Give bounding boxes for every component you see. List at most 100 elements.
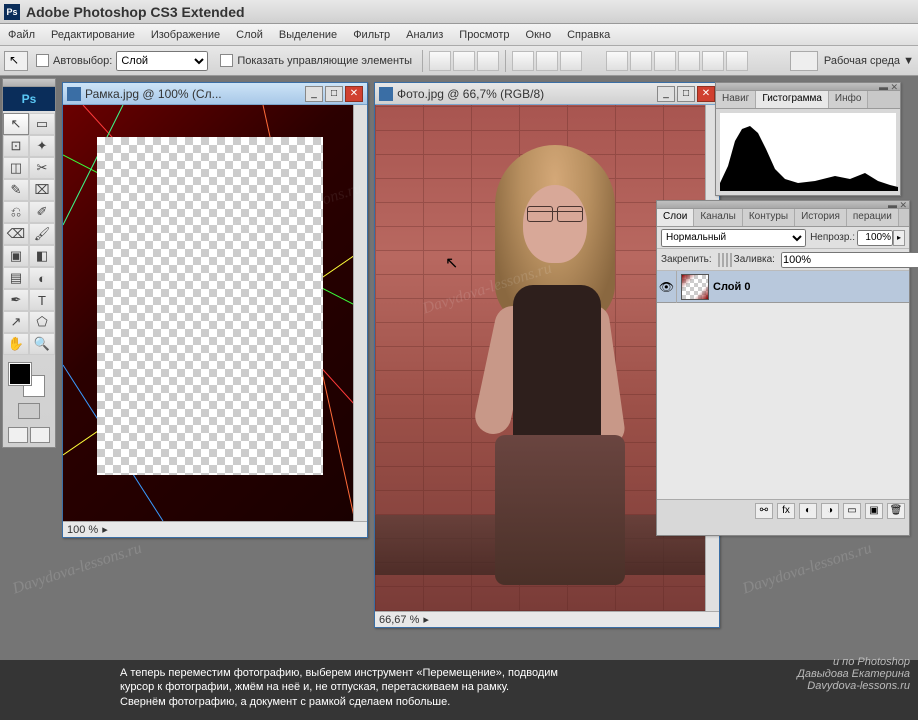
tool-button[interactable]: ▣ [3, 245, 29, 267]
autoselect-checkbox[interactable] [36, 54, 49, 67]
layer-mask-icon[interactable]: ◐ [799, 503, 817, 519]
minimize-button[interactable]: _ [657, 86, 675, 102]
tab-histogram[interactable]: Гистограмма [756, 91, 829, 108]
tool-button[interactable]: ⎌ [3, 201, 29, 223]
menu-help[interactable]: Справка [559, 29, 618, 41]
tool-button[interactable]: ↗ [3, 311, 29, 333]
tab-history[interactable]: История [795, 209, 847, 226]
panel-close-icon[interactable]: ▬ ✕ [888, 200, 907, 211]
tool-button[interactable]: ⌫ [3, 223, 29, 245]
layer-row[interactable]: 👁 Слой 0 [657, 271, 909, 303]
menu-filter[interactable]: Фильтр [345, 29, 398, 41]
window-titlebar[interactable]: Рамка.jpg @ 100% (Сл... _ □ ✕ [63, 83, 367, 105]
opacity-input[interactable] [857, 230, 893, 246]
layer-thumbnail[interactable] [681, 274, 709, 300]
adjustment-layer-icon[interactable]: ◑ [821, 503, 839, 519]
panel-close-icon[interactable]: ▬ ✕ [879, 82, 898, 93]
visibility-icon[interactable]: 👁 [657, 271, 677, 303]
blend-mode-dropdown[interactable]: Нормальный [661, 229, 806, 247]
tool-button[interactable]: ✦ [29, 135, 55, 157]
zoom-level[interactable]: 66,67 % [379, 614, 419, 626]
move-tool-icon[interactable] [4, 51, 28, 71]
new-layer-icon[interactable]: ▣ [865, 503, 883, 519]
menu-layer[interactable]: Слой [228, 29, 271, 41]
distribute-icon[interactable] [702, 51, 724, 71]
doc-icon[interactable] [790, 51, 818, 71]
opacity-arrow[interactable]: ▸ [893, 230, 905, 246]
autoselect-dropdown[interactable]: Слой [116, 51, 208, 71]
tool-button[interactable]: ◧ [29, 245, 55, 267]
menu-view[interactable]: Просмотр [451, 29, 517, 41]
tool-button[interactable]: ✎ [3, 179, 29, 201]
tool-button[interactable]: ↖ [3, 113, 29, 135]
standard-mode-icon[interactable] [18, 403, 40, 419]
menu-analysis[interactable]: Анализ [398, 29, 451, 41]
tool-button[interactable]: ✒ [3, 289, 29, 311]
layer-name[interactable]: Слой 0 [713, 281, 750, 293]
menu-image[interactable]: Изображение [143, 29, 228, 41]
tab-paths[interactable]: Контуры [743, 209, 795, 226]
layers-panel: ▬ ✕ Слои Каналы Контуры История перации … [656, 200, 910, 536]
new-group-icon[interactable]: ▭ [843, 503, 861, 519]
tab-navigator[interactable]: Навиг [716, 91, 756, 108]
tab-info[interactable]: Инфо [829, 91, 869, 108]
maximize-button[interactable]: □ [325, 86, 343, 102]
align-icon[interactable] [477, 51, 499, 71]
tab-layers[interactable]: Слои [657, 209, 694, 226]
tool-button[interactable]: ⌧ [29, 179, 55, 201]
align-icon[interactable] [512, 51, 534, 71]
show-controls-checkbox[interactable] [220, 54, 233, 67]
tool-button[interactable]: ✂ [29, 157, 55, 179]
delete-layer-icon[interactable]: 🗑 [887, 503, 905, 519]
tool-button[interactable]: ◐ [29, 267, 55, 289]
tool-button[interactable]: T [29, 289, 55, 311]
lock-all-icon[interactable] [730, 253, 732, 267]
window-titlebar[interactable]: Фото.jpg @ 66,7% (RGB/8) _ □ ✕ [375, 83, 719, 105]
lock-pixels-icon[interactable] [722, 253, 724, 267]
tool-button[interactable]: 🔍 [29, 333, 55, 355]
menu-select[interactable]: Выделение [271, 29, 345, 41]
menu-edit[interactable]: Редактирование [43, 29, 143, 41]
photo-content [465, 145, 645, 585]
zoom-level[interactable]: 100 % [67, 524, 98, 536]
tool-button[interactable]: ⬠ [29, 311, 55, 333]
vertical-scrollbar[interactable] [353, 105, 367, 521]
tool-button[interactable]: ▤ [3, 267, 29, 289]
app-title: Adobe Photoshop CS3 Extended [26, 4, 245, 20]
distribute-icon[interactable] [654, 51, 676, 71]
document-canvas-area[interactable] [63, 105, 367, 521]
tool-button[interactable]: ◫ [3, 157, 29, 179]
distribute-icon[interactable] [726, 51, 748, 71]
close-button[interactable]: ✕ [345, 86, 363, 102]
align-icon[interactable] [453, 51, 475, 71]
layer-style-icon[interactable]: fx [777, 503, 795, 519]
close-button[interactable]: ✕ [697, 86, 715, 102]
tab-actions[interactable]: перации [847, 209, 899, 226]
color-swatches[interactable] [3, 359, 55, 399]
screen-mode-icon[interactable] [8, 427, 28, 443]
maximize-button[interactable]: □ [677, 86, 695, 102]
distribute-icon[interactable] [678, 51, 700, 71]
align-icon[interactable] [429, 51, 451, 71]
tool-button[interactable]: ✐ [29, 201, 55, 223]
link-layers-icon[interactable]: ⚯ [755, 503, 773, 519]
fill-input[interactable] [781, 252, 918, 268]
menu-file[interactable]: Файл [0, 29, 43, 41]
tool-button[interactable]: ✋ [3, 333, 29, 355]
screen-mode-icon[interactable] [30, 427, 50, 443]
distribute-icon[interactable] [606, 51, 628, 71]
tool-button[interactable]: ⊡ [3, 135, 29, 157]
minimize-button[interactable]: _ [305, 86, 323, 102]
histogram-display [720, 113, 896, 191]
tool-button[interactable]: ▭ [29, 113, 55, 135]
lock-transparency-icon[interactable] [718, 253, 720, 267]
lock-position-icon[interactable] [726, 253, 728, 267]
tab-channels[interactable]: Каналы [694, 209, 743, 226]
foreground-color[interactable] [9, 363, 31, 385]
menu-window[interactable]: Окно [518, 29, 560, 41]
workspace-label[interactable]: Рабочая среда ▼ [824, 55, 914, 67]
tool-button[interactable]: 🖌 [29, 223, 55, 245]
align-icon[interactable] [536, 51, 558, 71]
distribute-icon[interactable] [630, 51, 652, 71]
align-icon[interactable] [560, 51, 582, 71]
